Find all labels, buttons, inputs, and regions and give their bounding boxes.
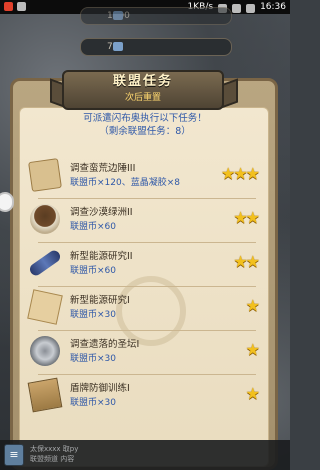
chat-preview[interactable]: 太保xxxx 取py 联盟频道 内容 — [30, 444, 78, 464]
task-name: 新型能源研究I — [70, 295, 130, 306]
task-name: 调查沙漠绿洲II — [70, 207, 133, 218]
training-book-icon — [27, 377, 63, 413]
intro-text: 可派遣闪布奥执行以下任务！ — [83, 113, 207, 124]
task-row[interactable]: 调查遗落的圣坛I 联盟币×30 ★ — [24, 332, 264, 372]
task-reward: 联盟币×60 — [70, 222, 116, 232]
research-paper-icon — [27, 289, 63, 325]
remaining-tasks: （剩余联盟任务：8） — [99, 126, 191, 137]
reset-hint: 次后重置 — [124, 93, 161, 103]
coin-icon — [113, 11, 123, 20]
difficulty-stars: ★ — [245, 296, 260, 315]
resource-bar-gems: 73 — [80, 38, 232, 56]
dialog-title-banner: 联盟任务 次后重置 — [62, 70, 224, 110]
energy-scroll-icon — [27, 248, 63, 278]
signal-icon — [232, 3, 242, 13]
task-reward: 联盟币×30 — [70, 310, 116, 320]
chat-line: 联盟频道 内容 — [30, 455, 75, 463]
task-row[interactable]: 调查蛮荒边陲III 联盟币×120、蓝晶凝胶×8 ★★★ — [24, 156, 264, 196]
difficulty-stars: ★★ — [233, 252, 260, 271]
task-row[interactable]: 盾牌防御训练I 联盟币×30 ★ — [24, 376, 264, 416]
task-row[interactable]: 新型能源研究II 联盟币×60 ★★ — [24, 244, 264, 284]
difficulty-stars: ★ — [245, 384, 260, 403]
task-row[interactable]: 新型能源研究I 联盟币×30 ★ — [24, 288, 264, 328]
treasure-map-icon — [28, 158, 62, 192]
notification-icon — [4, 2, 13, 11]
resource-bar-top: 1590 — [80, 7, 232, 25]
task-reward: 联盟币×30 — [70, 398, 116, 408]
task-reward: 联盟币×30 — [70, 354, 116, 364]
chat-toggle-button[interactable]: ≡ — [4, 444, 24, 466]
altar-disc-icon — [30, 336, 60, 366]
clam-shell-icon — [30, 204, 60, 234]
divider — [38, 242, 256, 243]
divider — [38, 330, 256, 331]
task-name: 盾牌防御训练I — [70, 383, 130, 394]
chat-line: 太保xxxx 取py — [30, 445, 79, 453]
difficulty-stars: ★★ — [233, 208, 260, 227]
task-name: 新型能源研究II — [70, 251, 133, 262]
task-row[interactable]: 调查沙漠绿洲II 联盟币×60 ★★ — [24, 200, 264, 240]
divider — [38, 374, 256, 375]
difficulty-stars: ★ — [245, 340, 260, 359]
task-reward: 联盟币×60 — [70, 266, 116, 276]
clock: 16:36 — [260, 2, 286, 12]
divider — [38, 198, 256, 199]
app-icon — [17, 2, 26, 11]
dialog-intro: 可派遣闪布奥执行以下任务！ （剩余联盟任务：8） — [20, 112, 270, 138]
task-name: 调查遗落的圣坛I — [70, 339, 140, 350]
gem-icon — [113, 42, 123, 51]
battery-icon — [246, 3, 256, 13]
task-name: 调查蛮荒边陲III — [70, 163, 136, 174]
divider — [38, 286, 256, 287]
dialog-title: 联盟任务 — [112, 74, 173, 89]
difficulty-stars: ★★★ — [220, 164, 260, 183]
task-reward: 联盟币×120、蓝晶凝胶×8 — [70, 178, 180, 188]
